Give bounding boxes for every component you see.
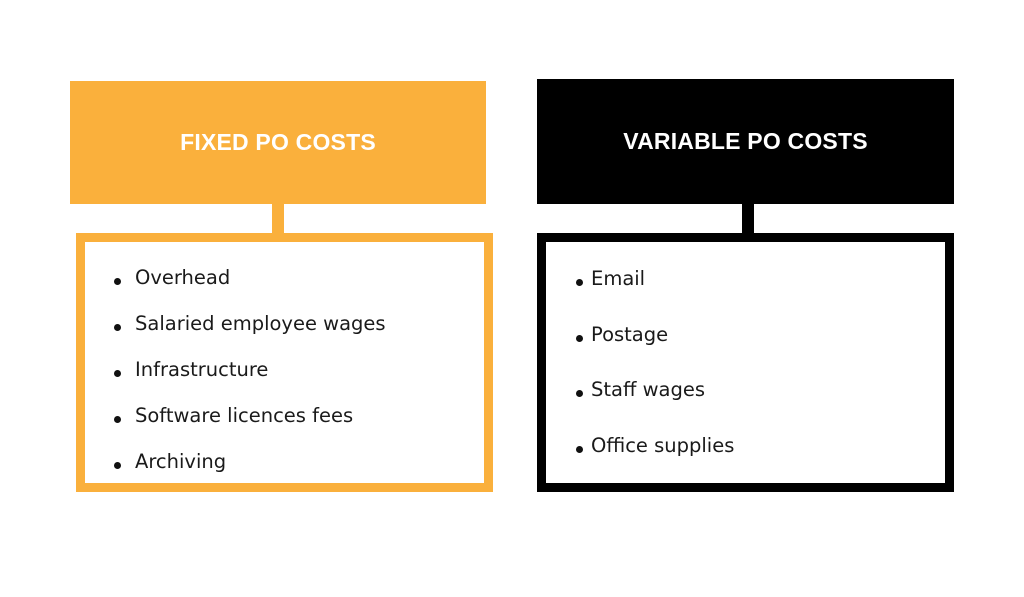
bullet-icon: [576, 335, 583, 342]
fixed-costs-title: FIXED PO COSTS: [180, 129, 376, 155]
bullet-icon: [114, 324, 121, 331]
bullet-icon: [114, 416, 121, 423]
bullet-icon: [576, 446, 583, 453]
fixed-costs-connector: [272, 204, 284, 234]
variable-costs-header: VARIABLE PO COSTS: [537, 79, 954, 204]
bullet-icon: [576, 390, 583, 397]
bullet-icon: [114, 462, 121, 469]
fixed-costs-header: FIXED PO COSTS: [70, 81, 486, 204]
variable-costs-list-box: Email Postage Staff wages Office supplie…: [537, 233, 954, 492]
fixed-costs-list-box: Overhead Salaried employee wages Infrast…: [76, 233, 493, 492]
variable-costs-title: VARIABLE PO COSTS: [623, 128, 868, 154]
bullet-icon: [114, 278, 121, 285]
bullet-icon: [114, 370, 121, 377]
bullet-icon: [576, 279, 583, 286]
variable-costs-connector: [742, 204, 754, 234]
